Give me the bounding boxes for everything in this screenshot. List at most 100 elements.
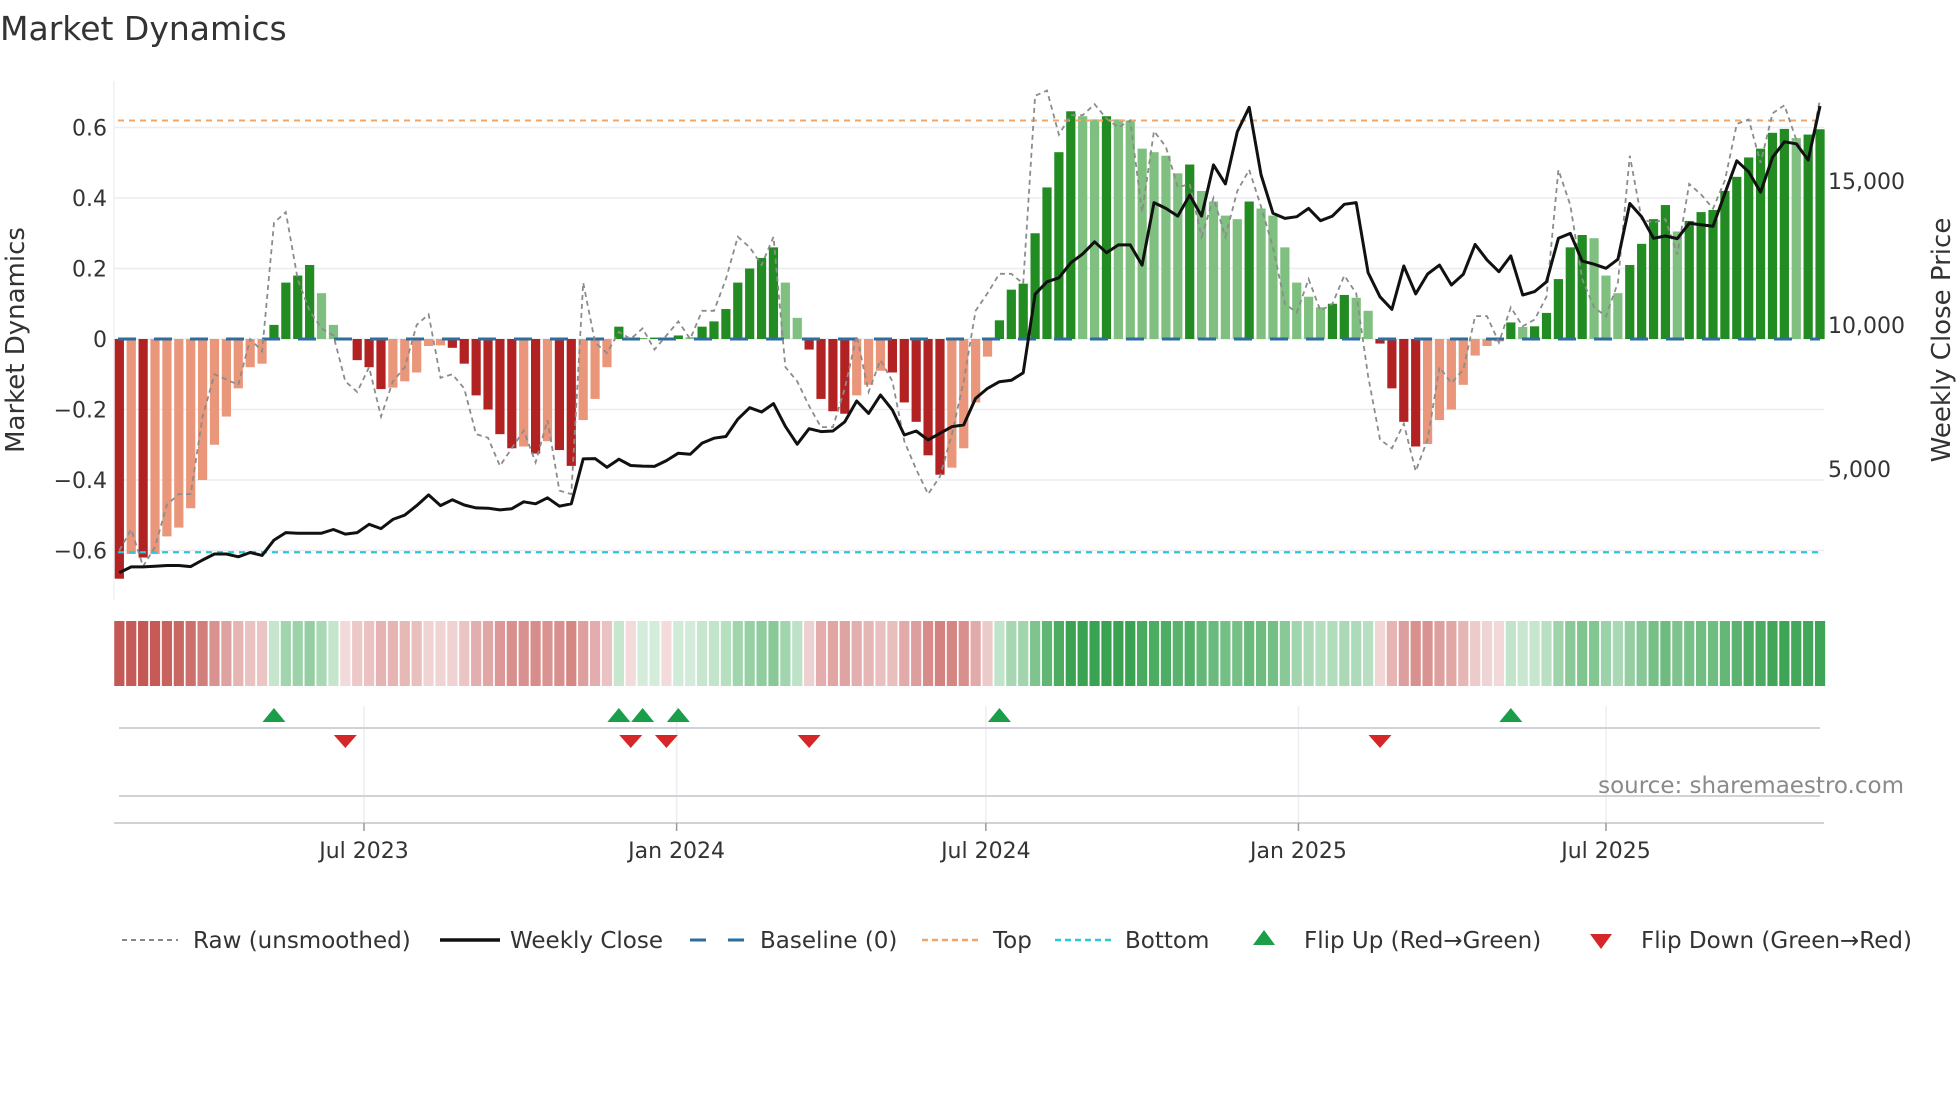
- heat-cell: [518, 621, 529, 686]
- heat-cell: [982, 621, 993, 686]
- heat-cell: [804, 621, 815, 686]
- momentum-bar: [1387, 339, 1397, 389]
- momentum-bar: [138, 339, 148, 558]
- momentum-bar: [174, 339, 184, 528]
- heat-cell: [589, 621, 601, 686]
- momentum-bar: [1042, 187, 1052, 339]
- heat-cell: [138, 621, 149, 686]
- heat-cell: [851, 621, 862, 686]
- momentum-bar: [1660, 205, 1671, 339]
- heat-cell: [697, 621, 708, 686]
- momentum-bar: [1470, 339, 1480, 356]
- momentum-bar: [590, 339, 600, 399]
- momentum-bar: [959, 339, 969, 449]
- heat-cell: [1458, 621, 1469, 686]
- momentum-bar: [709, 321, 719, 339]
- heat-cell: [1493, 621, 1505, 686]
- heat-cell: [1053, 621, 1064, 686]
- momentum-bar: [197, 339, 208, 480]
- heat-cell: [1267, 621, 1279, 686]
- heat-cell: [542, 621, 553, 686]
- heat-cell: [1446, 621, 1457, 686]
- heat-cell: [958, 621, 969, 686]
- momentum-bar: [1399, 339, 1409, 422]
- heat-cell: [1041, 621, 1053, 686]
- momentum-bar: [1446, 339, 1456, 410]
- heat-cell: [685, 621, 696, 686]
- left-axis-title: Market Dynamics: [1, 227, 31, 453]
- heat-cell: [375, 621, 387, 686]
- heat-cell: [1291, 621, 1302, 686]
- heat-cell: [1505, 621, 1516, 686]
- heat-cell: [1208, 621, 1219, 686]
- heat-cell: [1220, 621, 1231, 686]
- y-tick-label: −0.4: [54, 469, 107, 494]
- right-axis-title: Weekly Close Price: [1927, 218, 1957, 463]
- momentum-bar: [1589, 238, 1599, 339]
- heat-cell: [1255, 621, 1267, 686]
- heat-cell: [256, 621, 268, 686]
- momentum-bar: [364, 339, 374, 368]
- momentum-bar: [982, 339, 993, 357]
- momentum-bar: [1625, 264, 1635, 339]
- heat-cell: [494, 621, 506, 686]
- momentum-bar: [423, 339, 434, 347]
- y-tick-label: 0.2: [72, 258, 107, 283]
- momentum-bar: [899, 339, 909, 403]
- legend-bottom-label: Bottom: [1125, 928, 1209, 954]
- heat-cell: [1684, 621, 1695, 686]
- heat-cell: [209, 621, 220, 686]
- heat-cell: [1565, 621, 1576, 686]
- y-tick-label: −0.2: [54, 399, 107, 424]
- flip-up-marker: [1499, 708, 1523, 722]
- momentum-bar: [1089, 119, 1100, 339]
- momentum-bar: [1327, 303, 1338, 339]
- heat-cell: [233, 621, 244, 686]
- momentum-bar: [1054, 152, 1064, 339]
- momentum-heat-strip: [114, 621, 1826, 686]
- heat-cell: [1303, 621, 1314, 686]
- heat-cell: [1315, 621, 1326, 686]
- momentum-bar: [1541, 312, 1552, 339]
- left-y-axis: 0.6 0.4 0.2 0 −0.2 −0.4 −0.6: [54, 117, 107, 565]
- momentum-bar: [1125, 120, 1135, 339]
- momentum-bar: [1078, 116, 1088, 339]
- momentum-bar: [792, 317, 802, 339]
- heat-cell: [566, 621, 577, 686]
- heat-cell: [649, 621, 660, 686]
- momentum-bar: [1732, 176, 1742, 339]
- momentum-bar: [1779, 128, 1789, 339]
- heat-cell: [1648, 621, 1659, 686]
- momentum-bar: [1339, 294, 1349, 339]
- momentum-bar: [554, 339, 564, 451]
- heat-cell: [1101, 621, 1112, 686]
- source-label: source: sharemaestro.com: [1598, 773, 1904, 799]
- heat-cell: [411, 621, 422, 686]
- heat-cell: [435, 621, 446, 686]
- heat-cell: [1779, 621, 1790, 686]
- momentum-bar: [1173, 173, 1183, 339]
- x-tick-label: Jan 2025: [1248, 839, 1347, 864]
- flip-down-marker: [1368, 735, 1392, 748]
- flip-up-marker: [631, 708, 655, 722]
- momentum-bar: [1696, 212, 1706, 339]
- reference-lines: [118, 119, 1820, 554]
- heat-cell: [1660, 621, 1671, 686]
- momentum-bar: [352, 339, 362, 361]
- heat-cell: [1398, 621, 1409, 686]
- heat-cell: [447, 621, 458, 686]
- heat-cell: [732, 621, 743, 686]
- heat-cell: [1529, 621, 1540, 686]
- momentum-bar: [1458, 339, 1468, 385]
- heat-cell: [423, 621, 434, 686]
- heat-cell: [1743, 621, 1754, 686]
- y-tick-label: −0.6: [54, 540, 107, 565]
- heat-cell: [613, 621, 624, 686]
- heat-cell: [839, 621, 850, 686]
- momentum-bar: [1149, 152, 1159, 339]
- momentum-bar: [1791, 138, 1801, 339]
- heat-cell: [1719, 621, 1730, 686]
- flip-up-marker: [987, 708, 1011, 722]
- legend-flip-up-label: Flip Up (Red→Green): [1304, 928, 1541, 954]
- momentum-bar: [471, 339, 481, 396]
